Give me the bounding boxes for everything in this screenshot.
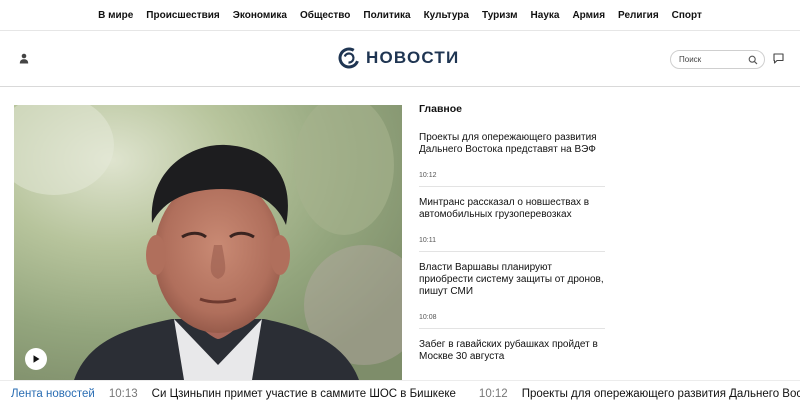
nav-item-religion[interactable]: Религия: [618, 10, 659, 21]
search-icon[interactable]: [748, 55, 758, 65]
list-item[interactable]: Забег в гавайских рубашках пройдет в Мос…: [419, 339, 605, 370]
nav-item-tourism[interactable]: Туризм: [482, 10, 518, 21]
play-button[interactable]: [25, 348, 47, 370]
news-time: 10:11: [419, 237, 436, 244]
nav-item-army[interactable]: Армия: [572, 10, 605, 21]
top-navigation: В мире Происшествия Экономика Общество П…: [0, 0, 800, 31]
nav-item-culture[interactable]: Культура: [424, 10, 469, 21]
site-header: НОВОСТИ: [0, 31, 800, 87]
ticker-time: 10:12: [478, 388, 508, 400]
nav-item-economy[interactable]: Экономика: [233, 10, 287, 21]
ticker-headline[interactable]: Проекты для опережающего развития Дальне…: [522, 388, 800, 400]
ticker-headline[interactable]: Си Цзиньпин примет участие в саммите ШОС…: [152, 388, 456, 400]
news-title[interactable]: Забег в гавайских рубашках пройдет в Мос…: [419, 339, 605, 363]
list-item[interactable]: Минтранс рассказал о новшествах в автомо…: [419, 197, 605, 252]
nav-item-society[interactable]: Общество: [300, 10, 350, 21]
ticker-time: 10:13: [108, 388, 138, 400]
play-icon: [33, 355, 40, 363]
nav-item-sport[interactable]: Спорт: [672, 10, 702, 21]
site-logo[interactable]: НОВОСТИ: [338, 46, 459, 70]
nav-item-science[interactable]: Наука: [531, 10, 560, 21]
news-time: 10:08: [419, 314, 437, 321]
nav-item-world[interactable]: В мире: [98, 10, 133, 21]
news-ticker: Лента новостей 10:13 Си Цзиньпин примет …: [0, 380, 800, 407]
search-input[interactable]: [679, 53, 747, 66]
nav-item-incidents[interactable]: Происшествия: [146, 10, 219, 21]
ticker-label[interactable]: Лента новостей: [11, 388, 95, 400]
list-item[interactable]: Власти Варшавы планируют приобрести сист…: [419, 262, 605, 329]
logo-text: НОВОСТИ: [366, 48, 460, 67]
main-news-list: Главное Проекты для опережающего развити…: [419, 103, 605, 380]
portrait-image: [14, 105, 402, 380]
section-title: Главное: [419, 103, 462, 115]
list-item[interactable]: Проекты для опережающего развития Дальне…: [419, 132, 605, 187]
user-icon[interactable]: [19, 53, 29, 64]
logo-mark-icon: [338, 47, 360, 69]
news-title[interactable]: Власти Варшавы планируют приобрести сист…: [419, 262, 605, 298]
chat-icon[interactable]: [773, 53, 784, 64]
news-title[interactable]: Минтранс рассказал о новшествах в автомо…: [419, 197, 605, 221]
search-box[interactable]: [670, 50, 765, 69]
news-time: 10:12: [419, 172, 437, 179]
news-title[interactable]: Проекты для опережающего развития Дальне…: [419, 132, 605, 156]
nav-item-politics[interactable]: Политика: [363, 10, 410, 21]
hero-video-thumbnail[interactable]: [14, 105, 402, 380]
